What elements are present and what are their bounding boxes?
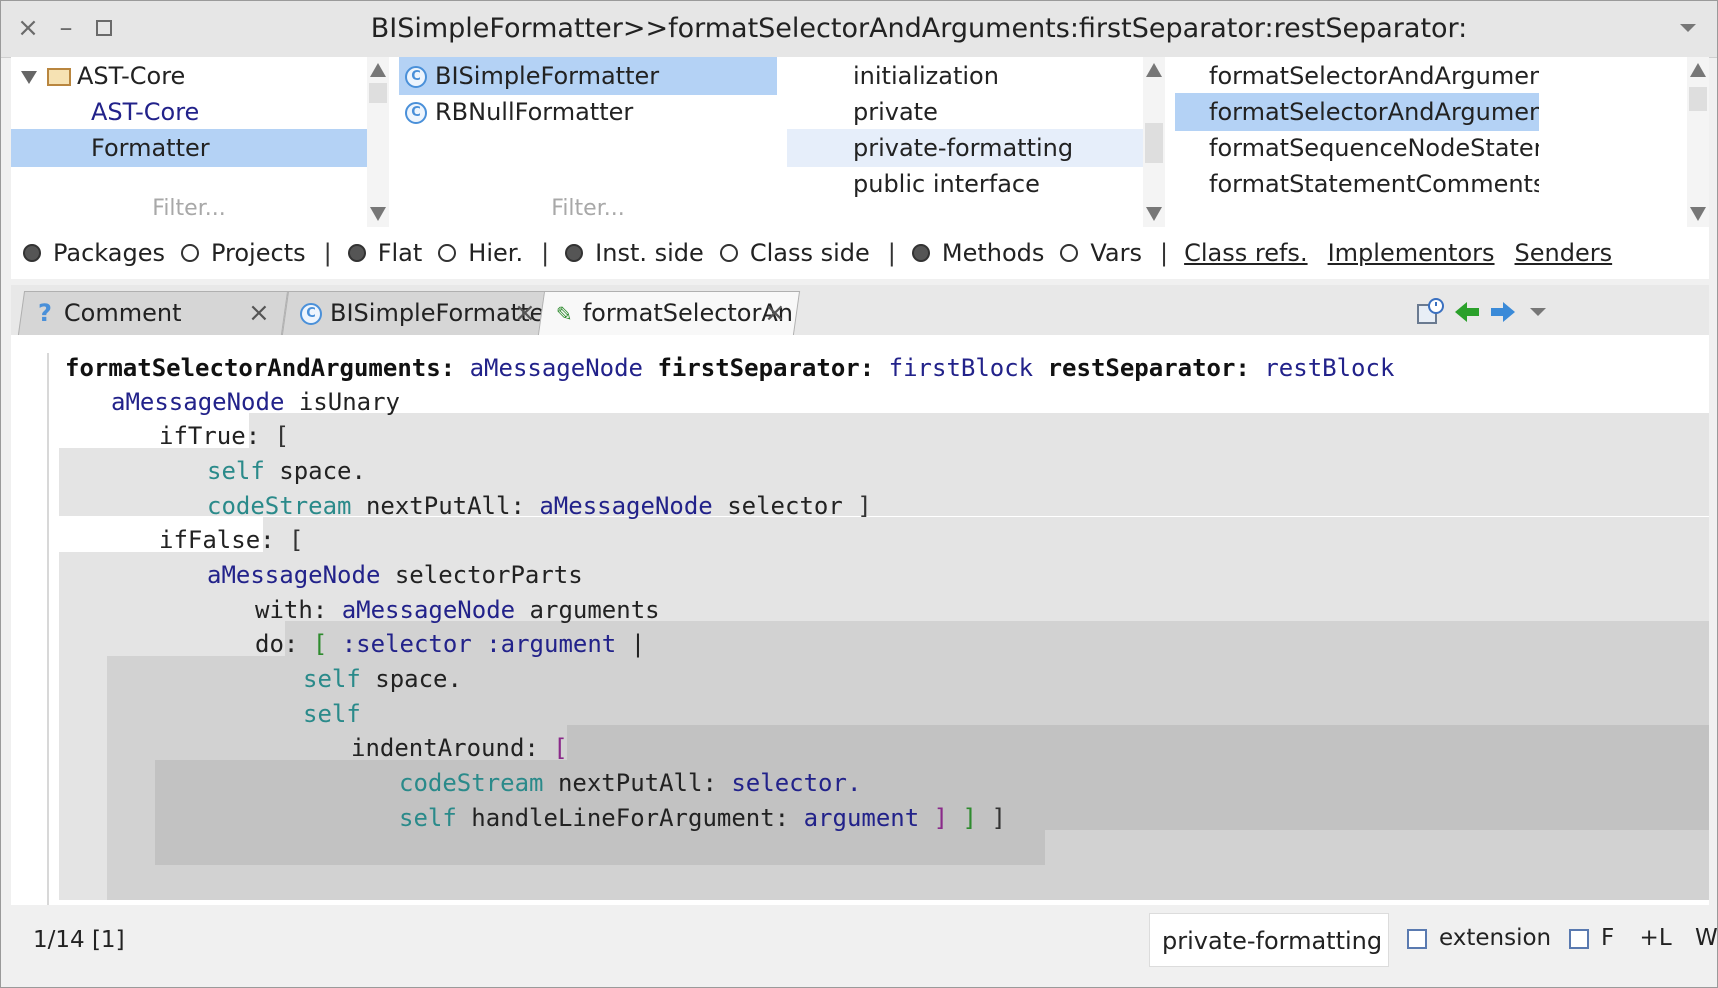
protocol-item[interactable]: initialization xyxy=(787,57,1143,95)
extension-checkbox-group[interactable]: extension xyxy=(1407,925,1551,951)
class-refs-link[interactable]: Class refs. xyxy=(1184,239,1307,267)
forward-arrow-icon[interactable] xyxy=(1489,299,1517,325)
code-line: formatSelectorAndArguments: aMessageNode… xyxy=(65,354,1395,382)
history-icon[interactable] xyxy=(1415,297,1445,327)
code-editor[interactable]: formatSelectorAndArguments: aMessageNode… xyxy=(11,335,1709,905)
method-edit-icon: ✎ xyxy=(555,302,573,326)
scroll-down-icon[interactable] xyxy=(1690,207,1706,221)
package-folder-icon xyxy=(47,68,71,86)
scroll-down-icon[interactable] xyxy=(1146,207,1162,221)
package-item[interactable]: AST-Core xyxy=(11,57,367,95)
flat-radio[interactable]: Flat xyxy=(347,239,422,267)
protocol-item[interactable]: public interface xyxy=(787,165,1143,203)
comment-icon: ? xyxy=(38,299,52,327)
implementors-link[interactable]: Implementors xyxy=(1328,239,1495,267)
inst-side-radio[interactable]: Inst. side xyxy=(565,239,704,267)
minimize-window-icon[interactable]: – xyxy=(51,11,81,45)
class-icon: C xyxy=(405,102,427,124)
code-line: ifFalse: [ xyxy=(159,526,304,554)
browser-panes: AST-Core AST-Core Formatter Filter... CB… xyxy=(11,57,1709,227)
separator: | xyxy=(1160,239,1169,267)
method-item[interactable]: formatStatementCommentsFor: xyxy=(1175,165,1539,203)
window-title: BISimpleFormatter>>formatSelectorAndArgu… xyxy=(370,13,1468,44)
code-line: with: aMessageNode arguments xyxy=(255,596,660,624)
hier-radio[interactable]: Hier. xyxy=(438,239,523,267)
scroll-thumb[interactable] xyxy=(1145,123,1163,163)
method-item[interactable]: formatSelectorAndArguments: xyxy=(1175,57,1539,95)
browser-window: × – BISimpleFormatter>>formatSelectorAnd… xyxy=(0,0,1718,988)
code-line: self handleLineForArgument: argument ] ]… xyxy=(399,804,1006,832)
code-line: aMessageNode isUnary xyxy=(111,388,400,416)
separator: | xyxy=(323,239,332,267)
expand-triangle-icon[interactable] xyxy=(21,70,37,84)
code-line: indentAround: [ xyxy=(351,734,568,762)
close-window-icon[interactable]: × xyxy=(13,11,43,45)
scroll-up-icon[interactable] xyxy=(1146,63,1162,77)
class-item[interactable]: C RBNullFormatter xyxy=(399,93,777,131)
protocol-field[interactable]: private-formatting xyxy=(1149,913,1389,967)
senders-link[interactable]: Senders xyxy=(1515,239,1613,267)
code-line: self space. xyxy=(207,457,366,485)
code-line: codeStream nextPutAll: aMessageNode sele… xyxy=(207,492,872,520)
class-filter-input[interactable]: Filter... xyxy=(399,196,777,221)
separator: | xyxy=(887,239,896,267)
maximize-window-icon[interactable] xyxy=(89,11,119,45)
tab-comment[interactable]: ? Comment × xyxy=(17,291,289,335)
methods-radio[interactable]: Methods xyxy=(911,239,1044,267)
protocol-scrollbar[interactable] xyxy=(1143,57,1165,227)
tab-close-icon[interactable]: × xyxy=(514,292,536,334)
scroll-thumb[interactable] xyxy=(1689,87,1707,111)
method-item-selected[interactable]: formatSelectorAndArguments:firs xyxy=(1175,93,1539,131)
class-side-radio[interactable]: Class side xyxy=(719,239,870,267)
separator: | xyxy=(541,239,550,267)
package-item[interactable]: AST-Core xyxy=(11,93,367,131)
title-bar: × – BISimpleFormatter>>formatSelectorAnd… xyxy=(1,1,1717,58)
scroll-up-icon[interactable] xyxy=(1690,63,1706,77)
window-menu-icon[interactable] xyxy=(1677,17,1699,39)
format-checkbox[interactable] xyxy=(1569,928,1589,949)
browser-mode-bar: Packages Projects | Flat Hier. | Inst. s… xyxy=(11,227,1709,279)
tab-close-icon[interactable]: × xyxy=(248,292,270,334)
code-line: do: [ :selector :argument | xyxy=(255,630,646,658)
line-numbers-toggle[interactable]: +L xyxy=(1640,925,1672,951)
code-line: self space. xyxy=(303,665,462,693)
scroll-up-icon[interactable] xyxy=(370,63,386,77)
vars-radio[interactable]: Vars xyxy=(1060,239,1142,267)
protocol-item[interactable]: private xyxy=(787,93,1143,131)
package-scrollbar[interactable] xyxy=(367,57,389,227)
packages-radio[interactable]: Packages xyxy=(23,239,165,267)
method-item[interactable]: formatSequenceNodeStatements xyxy=(1175,129,1539,167)
protocol-item-selected[interactable]: private-formatting xyxy=(787,129,1143,167)
code-line: codeStream nextPutAll: selector. xyxy=(399,769,862,797)
scroll-down-icon[interactable] xyxy=(370,207,386,221)
package-pane[interactable]: AST-Core AST-Core Formatter Filter... xyxy=(11,57,367,227)
tab-class[interactable]: C BISimpleFormatte × xyxy=(281,291,551,335)
editor-gutter xyxy=(47,353,49,905)
tab-method[interactable]: ✎ formatSelectorAn × xyxy=(537,291,801,335)
tab-menu-icon[interactable] xyxy=(1527,303,1549,321)
code-line: self xyxy=(303,700,361,728)
editor-tab-bar: ? Comment × C BISimpleFormatte × ✎ formatSe… xyxy=(11,285,1709,335)
projects-radio[interactable]: Projects xyxy=(180,239,306,267)
extension-checkbox[interactable] xyxy=(1407,928,1427,949)
code-line: aMessageNode selectorParts xyxy=(207,561,583,589)
package-filter-input[interactable]: Filter... xyxy=(11,196,367,221)
wrap-toggle[interactable]: W xyxy=(1695,925,1718,951)
class-pane[interactable]: C BISimpleFormatter C RBNullFormatter Filt… xyxy=(399,57,777,227)
method-scrollbar[interactable] xyxy=(1687,57,1709,227)
method-pane[interactable]: formatSelectorAndArguments: formatSelect… xyxy=(1175,57,1539,227)
class-icon: C xyxy=(300,303,322,325)
class-icon: C xyxy=(405,66,427,88)
cursor-position: 1/14 [1] xyxy=(33,927,125,953)
package-item-selected[interactable]: Formatter xyxy=(11,129,367,167)
back-arrow-icon[interactable] xyxy=(1453,299,1481,325)
scroll-thumb[interactable] xyxy=(369,83,387,103)
tab-close-icon[interactable]: × xyxy=(764,292,786,334)
class-item-selected[interactable]: C BISimpleFormatter xyxy=(399,57,777,95)
code-line: ifTrue: [ xyxy=(159,422,290,450)
status-bar: 1/14 [1] private-formatting extension F … xyxy=(11,905,1718,975)
format-checkbox-group[interactable]: F +L W xyxy=(1569,925,1718,951)
protocol-pane[interactable]: initialization private private-formattin… xyxy=(787,57,1143,227)
